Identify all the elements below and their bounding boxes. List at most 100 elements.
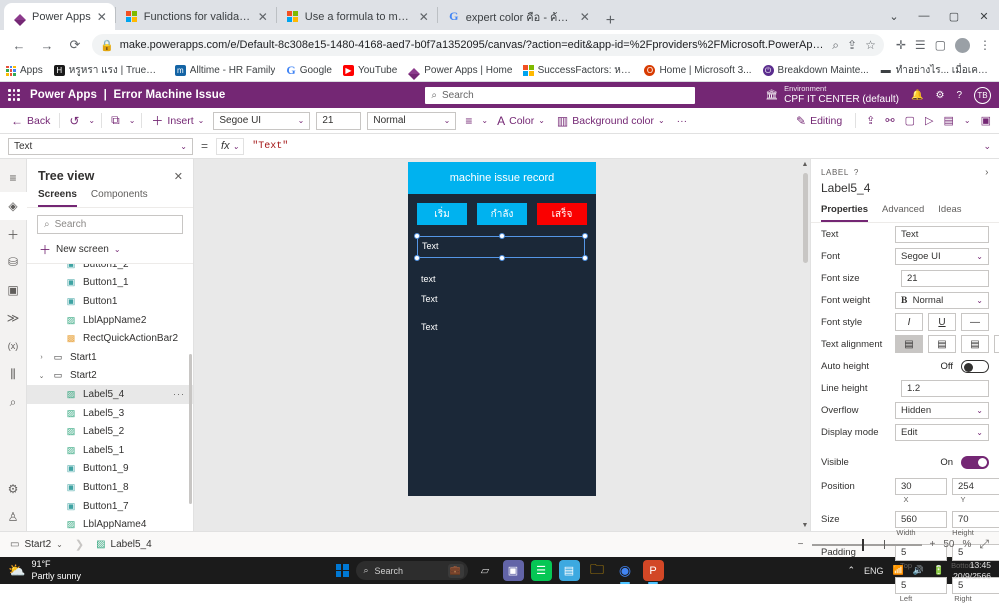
editing-mode-button[interactable]: ✎ Editing	[793, 112, 845, 130]
formula-input[interactable]: "Text"	[252, 138, 975, 155]
back-button[interactable]: ← Back	[8, 112, 53, 130]
scroll-up-icon[interactable]: ▲	[801, 161, 809, 168]
bookmark-truemove[interactable]: H หรูหรา แรง | TrueMov...	[53, 63, 164, 78]
new-tab-button[interactable]: +	[598, 12, 623, 30]
tab-advanced[interactable]: Advanced	[882, 204, 924, 222]
fit-screen-icon[interactable]: ⤢	[979, 537, 989, 552]
chevron-down-icon[interactable]: ⌄	[964, 116, 971, 125]
chevron-down-icon[interactable]: ⌄	[481, 116, 488, 125]
color-button[interactable]: A Color ⌄	[494, 112, 548, 130]
connect-icon[interactable]: ⚯	[885, 114, 894, 127]
collapse-panel-icon[interactable]: ›	[985, 167, 989, 178]
help-icon[interactable]: ?	[956, 90, 962, 101]
close-icon[interactable]: ✕	[258, 10, 268, 24]
browser-tab-3[interactable]: G expert color คือ - ค้นหาด้วย Googl ✕	[437, 3, 598, 30]
new-screen-button[interactable]: ＋ New screen ⌄	[27, 238, 193, 263]
background-color-button[interactable]: ▥ Background color ⌄	[554, 112, 668, 130]
button-start[interactable]: เริ่ม	[417, 203, 467, 225]
tree-node-button1-7[interactable]: ▣ Button1_7	[27, 497, 193, 516]
tests-icon[interactable]: ⫼	[0, 360, 27, 388]
help-icon[interactable]: ?	[854, 168, 859, 177]
bookmark-powerapps[interactable]: Power Apps | Home	[408, 65, 512, 80]
search-input[interactable]: ⌕ Search	[425, 86, 696, 104]
brand-title[interactable]: Power Apps | Error Machine Issue	[30, 89, 225, 101]
tree-node-label5-3[interactable]: ▨ Label5_3	[27, 404, 193, 423]
position-y-input[interactable]: 254	[952, 477, 999, 495]
resize-handle-se[interactable]	[582, 255, 588, 261]
overflow-select[interactable]: Hidden ⌄	[895, 401, 989, 419]
chevron-down-icon[interactable]: ⌄	[88, 116, 95, 125]
hamburger-icon[interactable]: ≡	[0, 164, 27, 192]
chevron-right-icon[interactable]: ›	[37, 354, 46, 361]
canvas-label-1[interactable]: text	[421, 274, 436, 284]
tree-node-label5-4[interactable]: ▨ Label5_4 ···	[27, 385, 193, 404]
accessibility-icon[interactable]: ♙	[0, 503, 27, 531]
text-align-button[interactable]: ≡	[462, 112, 475, 130]
extensions-icon[interactable]: ✛	[896, 38, 906, 52]
minimize-icon[interactable]: —	[909, 2, 939, 30]
copy-button[interactable]: ⧉	[108, 111, 123, 130]
size-height-input[interactable]: 70	[952, 510, 999, 528]
resize-handle-nw[interactable]	[414, 233, 420, 239]
insert-icon[interactable]: ＋	[0, 220, 27, 248]
canvas-label-2[interactable]: Text	[421, 294, 438, 304]
canvas-label-3[interactable]: Text	[421, 322, 438, 332]
button-inprogress[interactable]: กำลัง	[477, 203, 527, 225]
tree-node-button1-9[interactable]: ▣ Button1_9	[27, 460, 193, 479]
show-hidden-icons[interactable]: ⌃	[847, 565, 855, 576]
language-indicator[interactable]: ENG	[864, 566, 884, 576]
fx-button[interactable]: fx ⌄	[216, 137, 245, 155]
resize-handle-s[interactable]	[499, 255, 505, 261]
insert-button[interactable]: ＋ Insert ⌄	[148, 110, 207, 131]
tree-node-button1-8[interactable]: ▣ Button1_8	[27, 478, 193, 497]
browser-tab-2[interactable]: Use a formula to modify the form ✕	[276, 3, 437, 30]
align-justify-icon[interactable]: ▦	[994, 335, 999, 353]
tree-node-start1[interactable]: › ▭ Start1	[27, 348, 193, 367]
powerpoint-icon[interactable]: P	[642, 560, 664, 581]
line-icon[interactable]: ☰	[530, 560, 552, 581]
bookmark-successfactors[interactable]: SuccessFactors: หน้า...	[523, 63, 633, 78]
line-height-input[interactable]: 1.2	[901, 379, 989, 397]
font-select[interactable]: Segoe UI ⌄	[895, 247, 989, 265]
canvas-area[interactable]: machine issue record เริ่ม กำลัง เสร็จ T…	[194, 159, 810, 531]
align-center-icon[interactable]: ▤	[928, 335, 956, 353]
chevron-down-icon[interactable]: ⌄	[56, 540, 63, 549]
expand-formula-icon[interactable]: ⌄	[983, 141, 991, 152]
maximize-icon[interactable]: ▢	[939, 2, 969, 30]
button-done[interactable]: เสร็จ	[537, 203, 587, 225]
notifications-icon[interactable]: 🔔	[911, 90, 923, 101]
zoom-slider-thumb[interactable]	[861, 538, 864, 551]
tree-node-start2[interactable]: ⌄ ▭ Start2	[27, 367, 193, 386]
settings-gear-icon[interactable]: ⚙	[935, 90, 944, 101]
search-icon[interactable]: ⌕	[832, 38, 839, 53]
bookmark-howto[interactable]: ▬ ทำอย่างไร... เมื่อเครื่องจั...	[880, 63, 990, 78]
font-size-input[interactable]: 21	[316, 111, 362, 130]
size-width-input[interactable]: 560	[895, 510, 947, 528]
share-icon[interactable]: ⇪	[866, 114, 875, 127]
windows-start-icon[interactable]	[335, 564, 349, 577]
power-automate-icon[interactable]: ≫	[0, 304, 27, 332]
chevron-down-icon[interactable]: ⌄	[129, 116, 136, 125]
property-select[interactable]: Text ⌄	[8, 137, 193, 155]
align-right-icon[interactable]: ▤	[961, 335, 989, 353]
resize-handle-ne[interactable]	[582, 233, 588, 239]
browser-tab-1[interactable]: Functions for validating data - Tr ✕	[115, 3, 276, 30]
display-mode-select[interactable]: Edit ⌄	[895, 423, 989, 441]
node-context-menu-icon[interactable]: ···	[173, 389, 185, 399]
breadcrumb-control[interactable]: ▨ Label5_4	[96, 539, 152, 550]
copilot-bag-icon[interactable]: 💼	[447, 563, 464, 578]
browser-tab-0[interactable]: Power Apps ✕	[4, 3, 115, 30]
collections-icon[interactable]: ▢	[935, 38, 946, 52]
close-icon[interactable]: ✕	[580, 10, 590, 24]
close-icon[interactable]: ✕	[419, 10, 429, 24]
play-icon[interactable]: ▷	[925, 114, 933, 127]
tree-search-input[interactable]: ⌕ Search	[37, 215, 183, 234]
reading-list-icon[interactable]: ☰	[915, 38, 926, 52]
tree-node-button1-2[interactable]: ▣ Button1_2	[27, 264, 193, 274]
app-title-bar[interactable]: machine issue record	[408, 162, 596, 194]
bookmark-breakdown[interactable]: ⏻ Breakdown Mainte...	[762, 65, 869, 76]
publish-icon[interactable]: ▣	[981, 114, 991, 127]
tab-components[interactable]: Components	[91, 189, 148, 207]
bookmark-microsoft365[interactable]: O Home | Microsoft 3...	[644, 65, 752, 76]
comment-icon[interactable]: ▢	[905, 114, 915, 127]
